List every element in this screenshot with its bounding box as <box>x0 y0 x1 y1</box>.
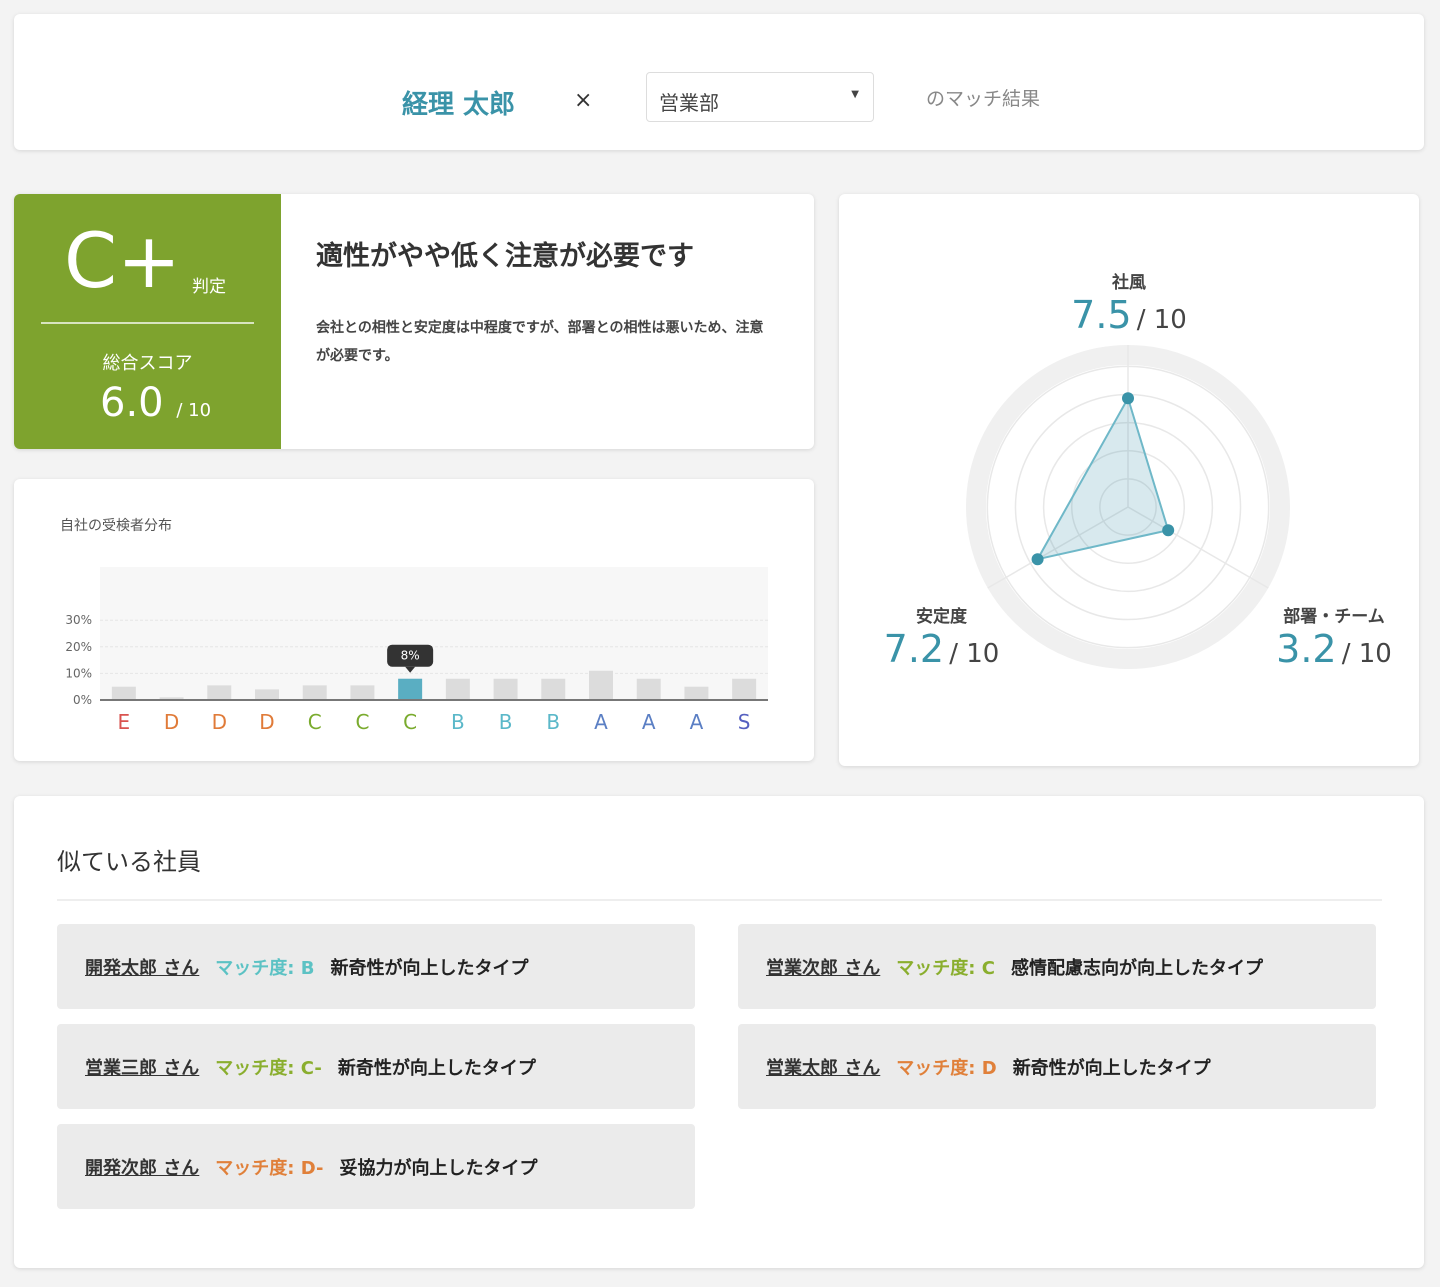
y-tick-label: 20% <box>65 640 92 654</box>
employee-type: 新奇性が向上したタイプ <box>330 957 529 979</box>
candidate-name: 経理 太郎 <box>402 90 516 120</box>
total-score: 6.0 / 10 <box>100 380 211 426</box>
radar-label-team: 部署・チーム 3.2 / 10 <box>1239 602 1429 671</box>
x-tick-label: B <box>546 710 560 734</box>
radar-point[interactable] <box>1122 392 1134 405</box>
similar-employee-item: 営業三郎 さん マッチ度: C- 新奇性が向上したタイプ <box>57 1024 695 1109</box>
y-tick-label: 10% <box>65 666 92 680</box>
department-value: 営業部 <box>659 91 719 115</box>
employee-link[interactable]: 開発次郎 さん <box>85 1154 199 1180</box>
x-tick-label: C <box>308 710 322 734</box>
bar-B[interactable] <box>493 678 518 700</box>
y-tick-label: 30% <box>65 613 92 627</box>
bar-B-[interactable] <box>445 678 470 700</box>
verdict-description: 会社との相性と安定度は中程度ですが、部署との相性は悪いため、注意が必要です。 <box>316 320 764 364</box>
axis-name: 安定度 <box>916 607 967 627</box>
axis-value: 3.2 <box>1276 627 1337 671</box>
axis-max: / 10 <box>1341 639 1392 669</box>
dropdown-arrow-icon: ▼ <box>851 89 859 100</box>
bar-B+[interactable] <box>541 678 566 700</box>
employee-link[interactable]: 営業次郎 さん <box>766 954 880 980</box>
x-tick-label: C <box>403 710 417 734</box>
bar-C-[interactable] <box>302 685 327 700</box>
axis-max: / 10 <box>1136 305 1187 335</box>
score-value: 6.0 <box>100 380 164 426</box>
match-grade: マッチ度: C <box>896 957 995 979</box>
radar-label-culture: 社風 7.5 / 10 <box>1029 268 1229 337</box>
grade-card: C+ 判定 総合スコア 6.0 / 10 適性がやや低く注意が必要です 会社との… <box>14 194 814 449</box>
verdict-title: 適性がやや低く注意が必要です <box>316 241 694 272</box>
divider <box>57 899 1382 901</box>
employee-type: 新奇性が向上したタイプ <box>1012 1057 1211 1079</box>
distribution-card: 自社の受検者分布 0%10%20%30%ED-DD+C-CC+8%B-BB+A-… <box>14 479 814 761</box>
axis-name: 社風 <box>1112 273 1146 293</box>
similar-employee-item: 開発次郎 さん マッチ度: D- 妥協力が向上したタイプ <box>57 1124 695 1209</box>
axis-value: 7.5 <box>1071 293 1132 337</box>
x-tick-label: C <box>355 710 369 734</box>
divider <box>41 322 254 324</box>
header-card: 経理 太郎 × 営業部 ▼ のマッチ結果 <box>14 14 1424 150</box>
distribution-chart: 0%10%20%30%ED-DD+C-CC+8%B-BB+A-AA+S <box>65 567 768 734</box>
x-tick-label: E <box>118 710 131 734</box>
x-tick-label: S <box>738 710 751 734</box>
bar-E[interactable] <box>111 686 136 700</box>
match-result-label: のマッチ結果 <box>926 88 1041 110</box>
employee-type: 感情配慮志向が向上したタイプ <box>1010 957 1263 979</box>
radar-point[interactable] <box>1162 524 1175 537</box>
department-select[interactable]: 営業部 ▼ <box>646 72 874 122</box>
employee-link[interactable]: 営業太郎 さん <box>766 1054 880 1080</box>
similar-employees-card: 似ている社員 開発太郎 さん マッチ度: B 新奇性が向上したタイプ 営業次郎 さんマ… <box>14 796 1424 1268</box>
y-tick-label: 0% <box>73 693 92 707</box>
match-grade: マッチ度: D- <box>215 1157 324 1179</box>
axis-name: 部署・チーム <box>1283 607 1385 627</box>
match-grade: マッチ度: C- <box>215 1057 322 1079</box>
match-grade: マッチ度: B <box>215 957 315 979</box>
axis-value: 7.2 <box>883 627 945 671</box>
x-tick-label: D <box>164 710 179 734</box>
x-tick-label: B <box>451 710 465 734</box>
employee-link[interactable]: 開発太郎 さん <box>85 954 199 980</box>
bar-D[interactable] <box>207 685 232 700</box>
radar-point[interactable] <box>1031 553 1044 566</box>
bar-A+[interactable] <box>684 686 709 700</box>
bar-C[interactable] <box>350 685 375 700</box>
employee-link[interactable]: 営業三郎 さん <box>85 1054 199 1080</box>
match-grade: マッチ度: D <box>896 1057 997 1079</box>
employee-type: 新奇性が向上したタイプ <box>337 1057 536 1079</box>
radar-label-stability: 安定度 7.2 / 10 <box>849 602 1034 671</box>
bar-A-[interactable] <box>589 670 613 700</box>
x-tick-label: D <box>212 710 227 734</box>
times-icon: × <box>574 88 593 113</box>
score-label: 総合スコア <box>102 353 193 374</box>
tooltip-label: 8% <box>401 649 420 663</box>
radar-card: 社風 7.5 / 10 部署・チーム 3.2 / 10 安定度 7.2 / 10 <box>839 194 1419 766</box>
axis-max: / 10 <box>949 639 1000 669</box>
x-tick-label: B <box>499 710 513 734</box>
x-tick-label: A <box>642 710 656 734</box>
bar-D+[interactable] <box>255 689 279 700</box>
x-tick-label: A <box>690 710 704 734</box>
grade-label: 判定 <box>192 277 226 297</box>
radar-area <box>1035 395 1170 561</box>
similar-employee-item: 営業太郎 さん マッチ度: D 新奇性が向上したタイプ <box>738 1024 1376 1109</box>
employee-type: 妥協力が向上したタイプ <box>339 1157 538 1179</box>
grade-badge: C+ 判定 総合スコア 6.0 / 10 <box>14 194 281 449</box>
similar-employee-item: 営業次郎 さん マッチ度: C 感情配慮志向が向上したタイプ <box>738 924 1376 1009</box>
bar-A[interactable] <box>636 678 661 700</box>
x-tick-label: D <box>259 710 274 734</box>
score-max: / 10 <box>176 400 212 421</box>
similar-employee-item: 開発太郎 さん マッチ度: B 新奇性が向上したタイプ <box>57 924 695 1009</box>
plot-area <box>100 567 768 700</box>
grade-value: C+ <box>64 216 181 305</box>
bar-S[interactable] <box>732 678 757 700</box>
bar-C+[interactable] <box>398 678 423 700</box>
section-title: 似ている社員 <box>57 848 201 876</box>
x-tick-label: A <box>594 710 608 734</box>
